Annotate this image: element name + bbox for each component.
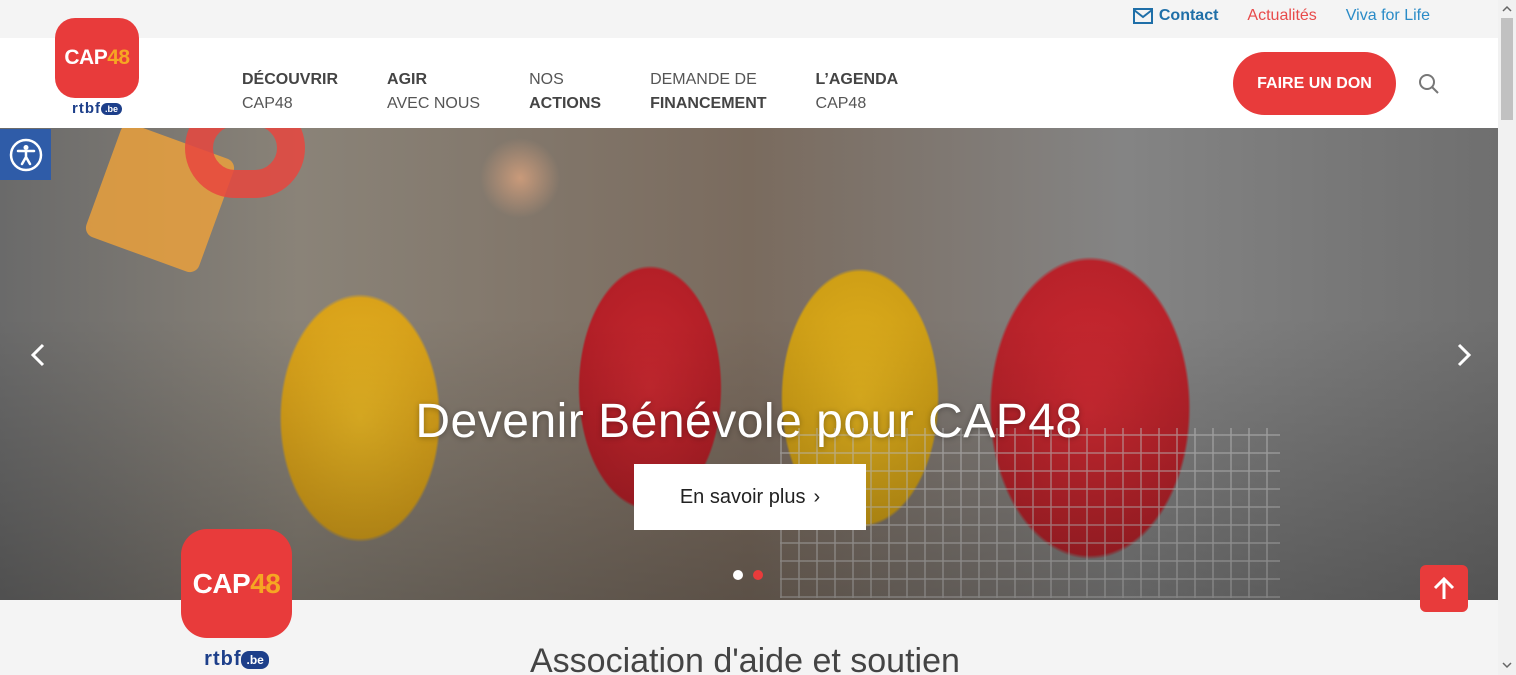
nav-line-1: L’AGENDA xyxy=(815,71,899,88)
viva-label: Viva for Life xyxy=(1345,7,1430,24)
hero-title: Devenir Bénévole pour CAP48 xyxy=(415,395,1083,448)
chevron-right-icon[interactable] xyxy=(1448,340,1478,370)
arrow-up-icon xyxy=(1433,576,1455,599)
nav-item-agenda[interactable]: L’AGENDA CAP48 xyxy=(816,68,899,116)
main-header: DÉCOUVRIR CAP48 AGIR AVEC NOUS NOS ACTIO… xyxy=(0,38,1498,128)
slider-dot-2[interactable] xyxy=(753,570,763,580)
section-title: Association d'aide et soutien xyxy=(530,642,960,675)
donate-button[interactable]: FAIRE UN DON xyxy=(1233,52,1396,115)
top-bar: Contact Actualités Viva for Life xyxy=(0,0,1498,38)
rtbf-logo: rtbf .be xyxy=(181,648,292,671)
logo-cap: CAP xyxy=(192,567,251,599)
nav-line-2: AVEC NOUS xyxy=(387,95,481,112)
scroll-up-icon[interactable] xyxy=(1502,4,1512,14)
back-to-top-button[interactable] xyxy=(1420,565,1468,612)
nav-line-2: CAP48 xyxy=(242,95,293,112)
rtbf-logo: rtbf .be xyxy=(55,100,139,117)
rtbf-text: rtbf xyxy=(71,100,101,117)
mail-icon xyxy=(1132,8,1153,24)
accessibility-icon xyxy=(9,138,42,171)
top-links: Contact Actualités Viva for Life xyxy=(1132,7,1430,25)
news-link[interactable]: Actualités xyxy=(1247,7,1316,25)
logo-48: 48 xyxy=(250,567,281,599)
chevron-right-small-icon: › xyxy=(813,485,821,508)
nav-line-2: CAP48 xyxy=(815,95,867,112)
news-label: Actualités xyxy=(1247,7,1317,24)
logo-48: 48 xyxy=(107,46,130,69)
search-icon[interactable] xyxy=(1418,73,1440,95)
chevron-left-icon[interactable] xyxy=(24,340,54,370)
nav-item-financement[interactable]: DEMANDE DE FINANCEMENT xyxy=(650,68,766,116)
nav-item-decouvrir[interactable]: DÉCOUVRIR CAP48 xyxy=(242,68,338,116)
nav-line-1: NOS xyxy=(529,71,564,88)
nav-line-1: DÉCOUVRIR xyxy=(242,71,339,88)
slider-dots xyxy=(733,570,763,580)
nav-line-1: DEMANDE DE xyxy=(650,71,757,88)
logo-cap: CAP xyxy=(64,46,108,69)
rtbf-be: .be xyxy=(100,103,122,116)
cap48-logo-mark: CAP 48 xyxy=(181,529,292,638)
site-logo[interactable]: CAP 48 rtbf .be xyxy=(55,18,139,122)
cap48-logo-mark: CAP 48 xyxy=(55,18,139,98)
nav-item-nos-actions[interactable]: NOS ACTIONS xyxy=(529,68,601,116)
learn-more-label: En savoir plus xyxy=(679,485,806,508)
accessibility-button[interactable] xyxy=(0,129,51,180)
scrollbar[interactable] xyxy=(1498,0,1516,675)
scroll-down-icon[interactable] xyxy=(1502,660,1512,670)
nav-line-2: ACTIONS xyxy=(529,95,602,112)
nav-line-2: FINANCEMENT xyxy=(650,95,767,112)
nav-line-1: AGIR xyxy=(387,71,428,88)
learn-more-button[interactable]: En savoir plus › xyxy=(634,464,866,530)
main-nav: DÉCOUVRIR CAP48 AGIR AVEC NOUS NOS ACTIO… xyxy=(242,68,898,116)
rtbf-text: rtbf xyxy=(204,648,242,670)
viva-for-life-link[interactable]: Viva for Life xyxy=(1346,7,1430,25)
rtbf-be: .be xyxy=(241,650,269,669)
contact-label: Contact xyxy=(1158,7,1219,24)
cap48-large-logo: CAP 48 rtbf .be xyxy=(181,529,292,671)
contact-link[interactable]: Contact xyxy=(1132,7,1219,25)
slider-dot-1[interactable] xyxy=(733,570,743,580)
scrollbar-thumb[interactable] xyxy=(1501,18,1513,120)
nav-item-agir[interactable]: AGIR AVEC NOUS xyxy=(387,68,480,116)
